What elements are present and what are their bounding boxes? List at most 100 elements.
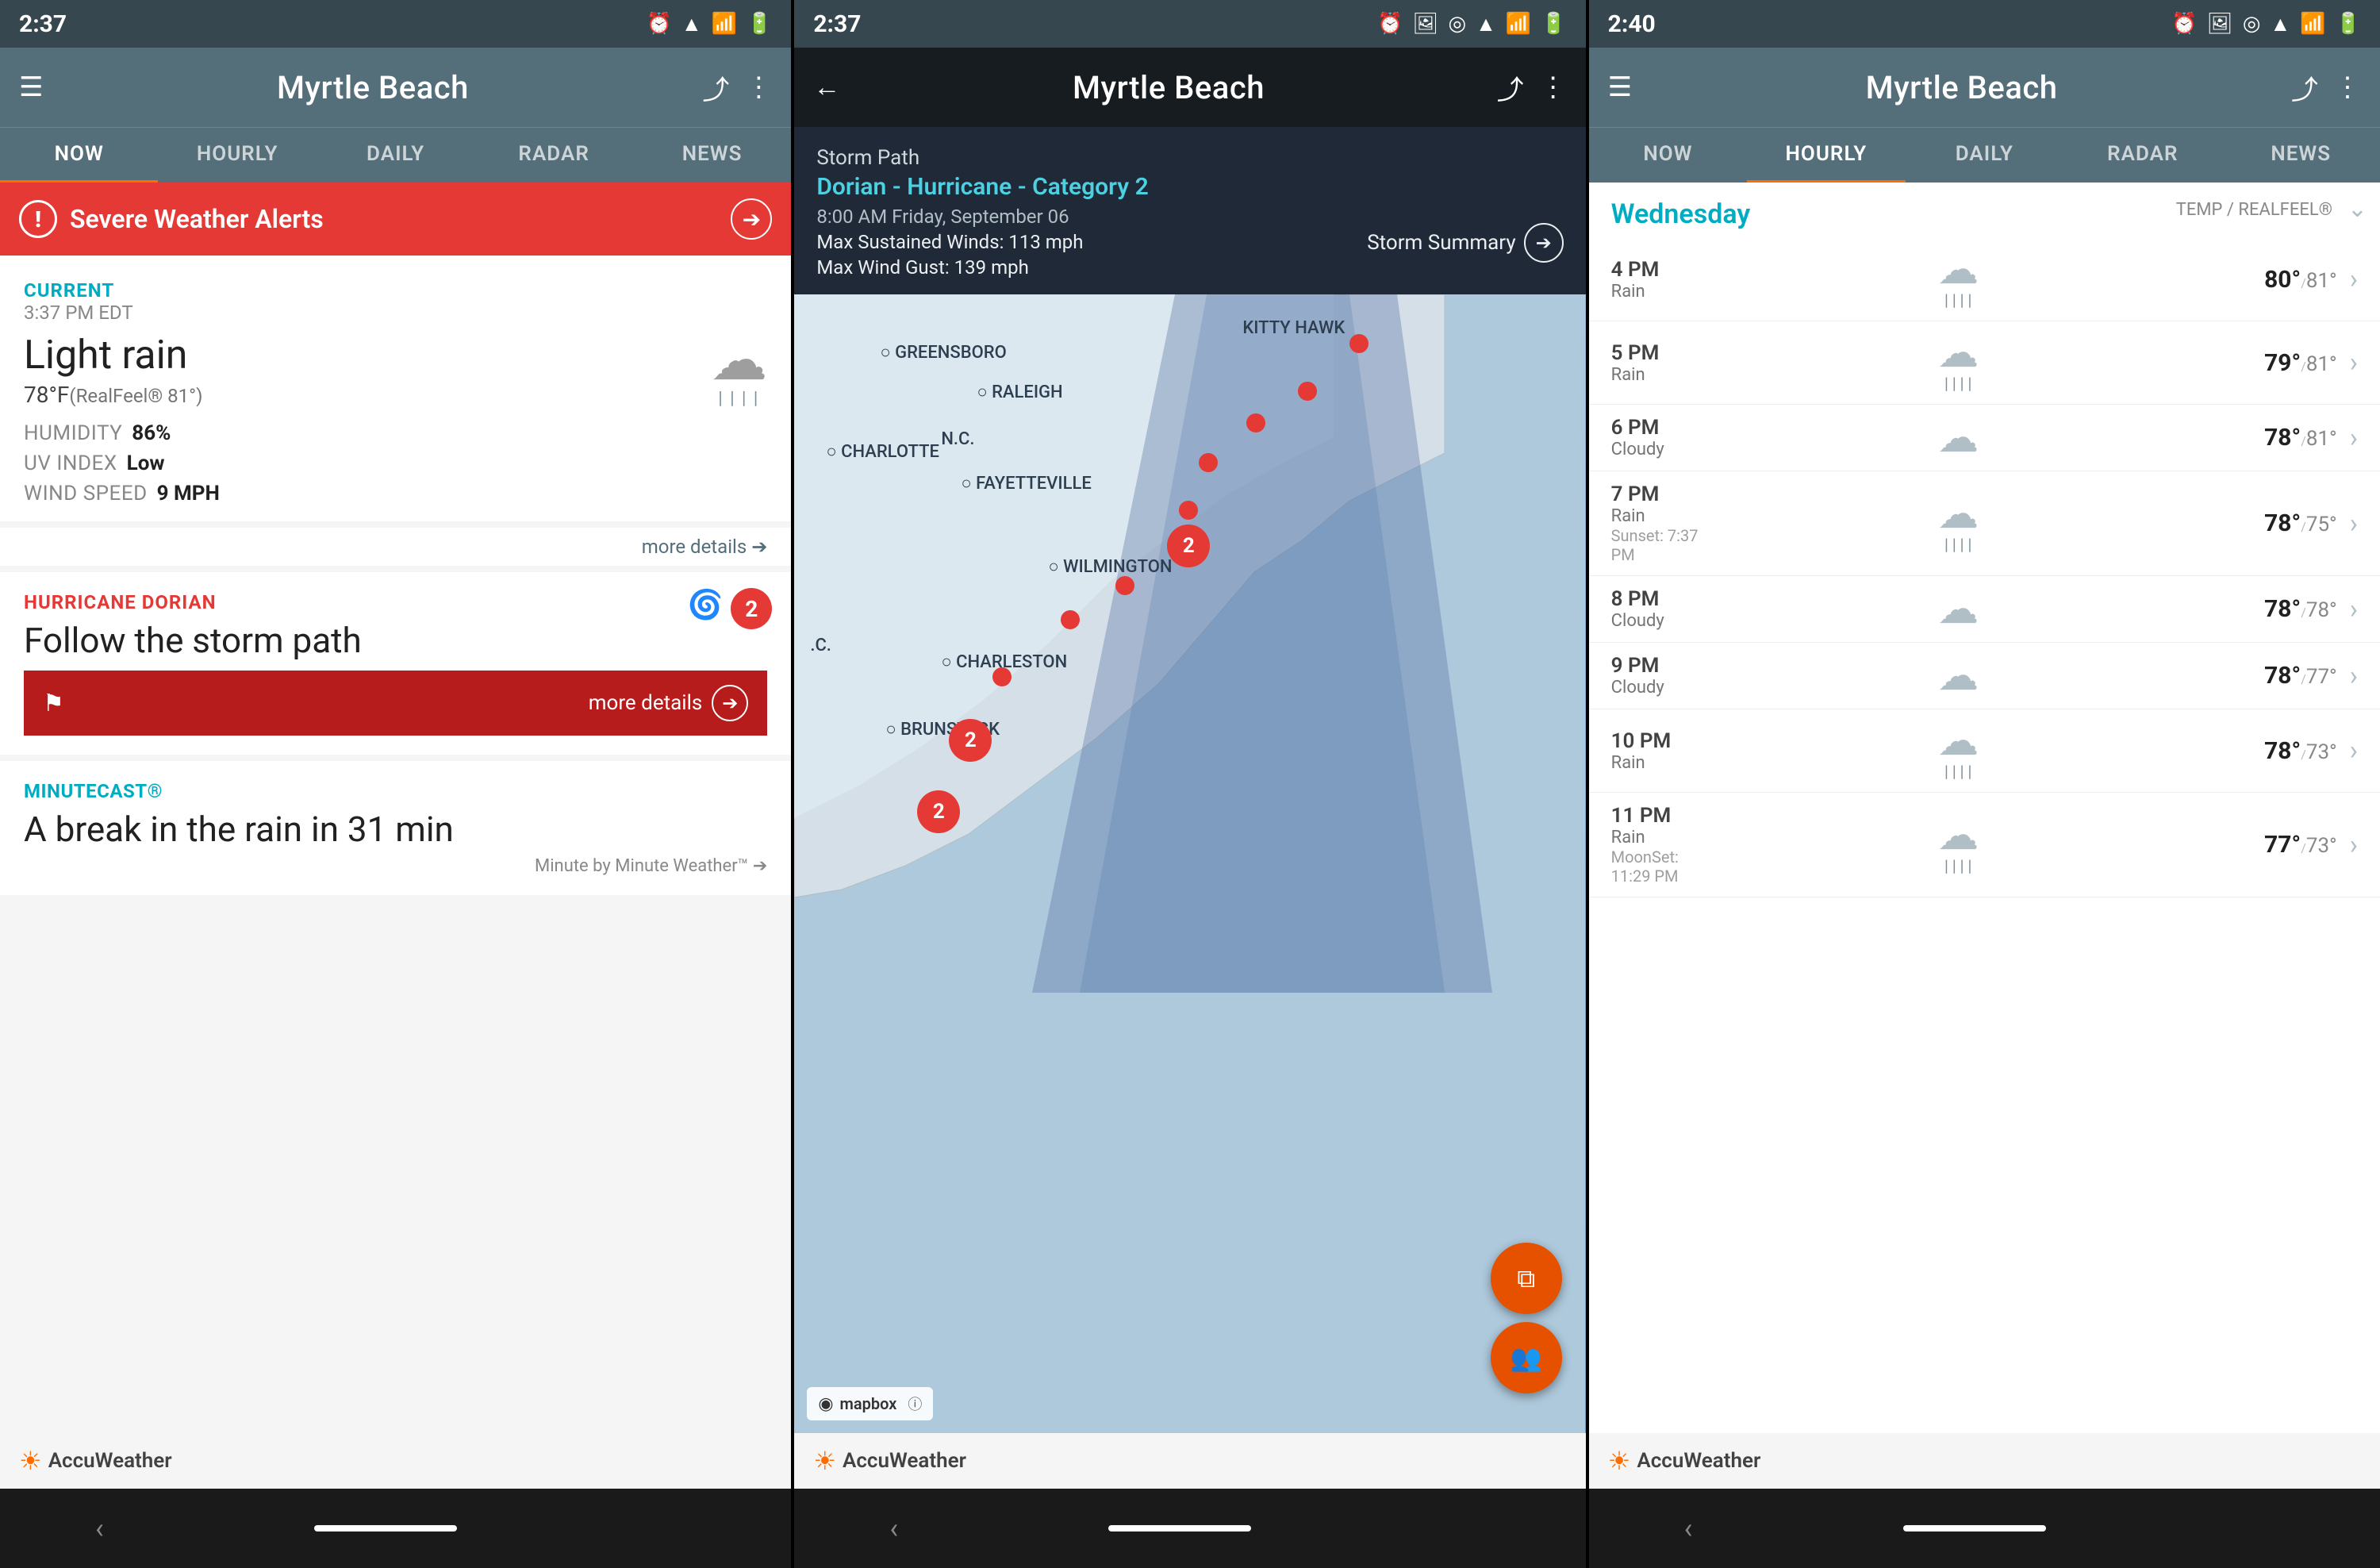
status-icons-2: ⏰ 🖼 ◎ ▲ 📶 🔋 [1377, 12, 1567, 37]
back-arrow-2[interactable]: ‹ [889, 1512, 898, 1545]
chevron-down-icon[interactable]: ⌄ [2347, 195, 2367, 223]
tab-news-3[interactable]: NEWS [2222, 128, 2380, 183]
back-icon-2[interactable]: ← [813, 71, 840, 103]
alarm-icon: ⏰ [646, 12, 671, 36]
hour-condition: Rain [1611, 828, 1706, 847]
status-icons-3: ⏰ 🖼 ◎ ▲ 📶 🔋 [2171, 12, 2361, 37]
alarm-icon-2: ⏰ [1377, 12, 1403, 36]
tab-now-3[interactable]: NOW [1589, 128, 1747, 183]
hour-time-block: 10 PM Rain [1611, 729, 1706, 773]
share-icon-2[interactable]: ⤴ [1497, 68, 1524, 107]
hour-icon: ☁| | | | [1719, 332, 2198, 393]
hour-expand-icon[interactable]: › [2350, 735, 2358, 767]
severe-alert[interactable]: ! Severe Weather Alerts ➔ [0, 183, 791, 256]
hour-time: 8 PM [1611, 587, 1706, 611]
hour-feel-value: 81° [2306, 269, 2337, 293]
uv-item: UV INDEX Low [24, 452, 767, 475]
hour-icon: ☁| | | | [1719, 249, 2198, 309]
tab-daily-3[interactable]: DAILY [1906, 128, 2063, 183]
map-label-wilmington: ○ WILMINGTON [1048, 556, 1172, 577]
nav-tabs-3: NOW HOURLY DAILY RADAR NEWS [1589, 127, 2380, 183]
home-pill-2[interactable] [1108, 1525, 1251, 1531]
bottom-bar-2: ‹ [794, 1489, 1585, 1568]
menu-icon-1[interactable]: ☰ [19, 71, 43, 103]
hourly-row[interactable]: 4 PM Rain ☁| | | | 80°/81° › [1589, 238, 2380, 321]
alarm-icon-3: ⏰ [2171, 12, 2197, 36]
more-icon-2[interactable]: ⋮ [1540, 71, 1567, 103]
status-time-1: 2:37 [19, 10, 67, 38]
cat2-dot-1: 2 [1167, 525, 1210, 567]
accuweather-logo-3: ☀ AccuWeather [1608, 1446, 1761, 1476]
hour-time: 10 PM [1611, 729, 1706, 753]
hourly-row[interactable]: 5 PM Rain ☁| | | | 79°/81° › [1589, 321, 2380, 405]
map-svg [794, 294, 1585, 1433]
minutecast-sub[interactable]: Minute by Minute Weather™ ➔ [24, 856, 767, 876]
tab-news-1[interactable]: NEWS [633, 128, 791, 183]
back-arrow-3[interactable]: ‹ [1684, 1512, 1693, 1545]
mapbox-text: mapbox [840, 1394, 897, 1413]
hourly-row[interactable]: 11 PM Rain MoonSet: 11:29 PM ☁| | | | 77… [1589, 793, 2380, 897]
hourly-row[interactable]: 10 PM Rain ☁| | | | 78°/73° › [1589, 709, 2380, 793]
storm-name: Dorian - Hurricane - Category 2 [816, 173, 1563, 201]
photo-icon-3: 🖼 [2207, 12, 2233, 36]
battery-icon: 🔋 [747, 12, 772, 36]
status-bar-2: 2:37 ⏰ 🖼 ◎ ▲ 📶 🔋 [794, 0, 1585, 48]
community-fab[interactable]: 👥 [1491, 1322, 1562, 1393]
map-label-fayetteville: ○ FAYETTEVILLE [961, 473, 1091, 494]
bottom-bar-1: ‹ [0, 1489, 791, 1568]
back-arrow-1[interactable]: ‹ [95, 1512, 104, 1545]
hour-feel-value: 78° [2306, 598, 2337, 622]
hour-feel-value: 77° [2306, 665, 2337, 689]
wifi-icon-2: ▲ [1476, 12, 1496, 37]
hurricane-more-details[interactable]: ⚑ more details ➔ [24, 671, 767, 736]
hour-feel-value: 81° [2306, 427, 2337, 451]
status-time-3: 2:40 [1608, 10, 1656, 38]
hourly-row[interactable]: 8 PM Cloudy ☁ 78°/78° › [1589, 576, 2380, 643]
city-name-1: Myrtle Beach [59, 69, 686, 106]
hour-expand-icon[interactable]: › [2350, 347, 2358, 379]
footer-1: ☀ AccuWeather [0, 1433, 791, 1489]
menu-icon-3[interactable]: ☰ [1608, 71, 1632, 103]
hour-expand-icon[interactable]: › [2350, 594, 2358, 625]
hour-expand-icon[interactable]: › [2350, 660, 2358, 692]
more-icon-3[interactable]: ⋮ [2334, 71, 2361, 103]
hour-expand-icon[interactable]: › [2350, 508, 2358, 540]
hour-condition: Rain [1611, 282, 1706, 302]
alert-arrow-icon: ➔ [731, 198, 772, 240]
home-pill-1[interactable] [314, 1525, 457, 1531]
more-details-current[interactable]: more details ➔ [0, 528, 791, 566]
hourly-row[interactable]: 7 PM Rain Sunset: 7:37 PM ☁| | | | 78°/7… [1589, 471, 2380, 576]
people-icon: 👥 [1511, 1343, 1542, 1373]
more-icon-1[interactable]: ⋮ [745, 71, 772, 103]
hour-expand-icon[interactable]: › [2350, 829, 2358, 861]
hourly-row[interactable]: 6 PM Cloudy ☁ 78°/81° › [1589, 405, 2380, 471]
day-name: Wednesday [1611, 198, 1751, 230]
tab-daily-1[interactable]: DAILY [317, 128, 474, 183]
hour-expand-icon[interactable]: › [2350, 263, 2358, 295]
map-container[interactable]: ○ GREENSBORO ○ RALEIGH KITTY HAWK N.C. ○… [794, 294, 1585, 1433]
layers-fab[interactable]: ⧉ [1491, 1243, 1562, 1314]
hour-condition: Cloudy [1611, 611, 1706, 631]
home-pill-3[interactable] [1903, 1525, 2046, 1531]
accuweather-logo-2: ☀ AccuWeather [813, 1446, 966, 1476]
tab-radar-3[interactable]: RADAR [2063, 128, 2221, 183]
sun-icon-1: ☀ [19, 1446, 42, 1476]
signal-icon: 📶 [712, 12, 737, 36]
status-bar-3: 2:40 ⏰ 🖼 ◎ ▲ 📶 🔋 [1589, 0, 2380, 48]
share-icon-1[interactable]: ⤴ [702, 68, 729, 107]
storm-summary-button[interactable]: Storm Summary ➔ [1367, 223, 1563, 263]
tab-hourly-3[interactable]: HOURLY [1747, 128, 1905, 183]
hour-feel-value: 73° [2306, 740, 2337, 764]
bottom-bar-3: ‹ [1589, 1489, 2380, 1568]
hour-temp-value: 78° [2264, 509, 2301, 537]
hourly-row[interactable]: 9 PM Cloudy ☁ 78°/77° › [1589, 643, 2380, 709]
rain-icon: ☁| | | | [1937, 249, 1979, 309]
share-icon-3[interactable]: ⤴ [2291, 68, 2318, 107]
tab-radar-1[interactable]: RADAR [474, 128, 632, 183]
wind-item: WIND SPEED 9 MPH [24, 482, 767, 505]
tab-hourly-1[interactable]: HOURLY [158, 128, 316, 183]
hour-feel-value: 75° [2306, 513, 2337, 536]
tab-now-1[interactable]: NOW [0, 128, 158, 183]
hour-condition: Rain [1611, 753, 1706, 773]
hour-expand-icon[interactable]: › [2350, 422, 2358, 454]
